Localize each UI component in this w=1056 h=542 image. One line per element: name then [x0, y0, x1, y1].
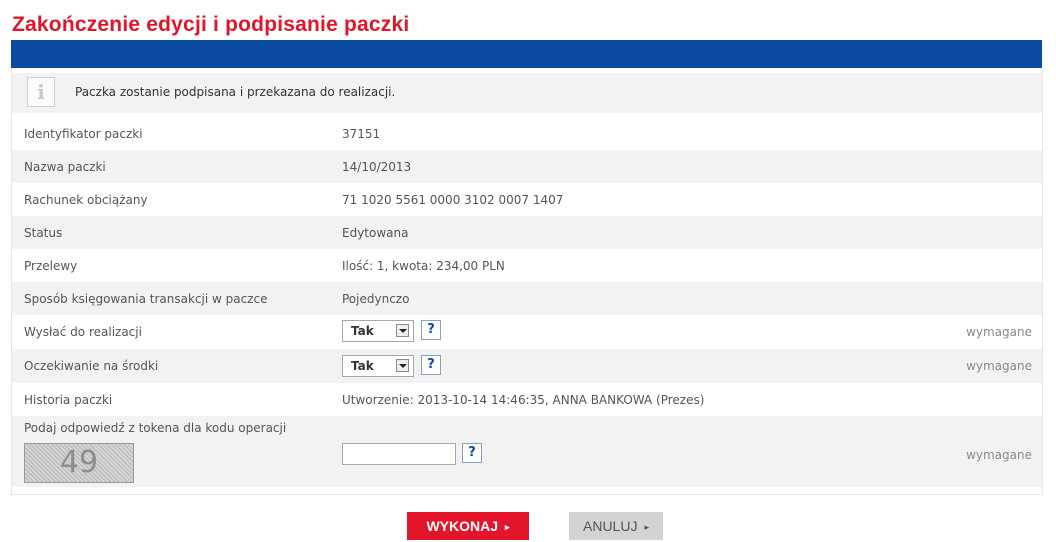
- token-row: Podaj odpowiedź z tokena dla kodu operac…: [12, 416, 1042, 487]
- detail-value: 71 1020 5561 0000 3102 0007 1407: [342, 193, 564, 207]
- info-icon: i: [27, 77, 55, 107]
- detail-row-status: Status Edytowana: [12, 216, 1042, 249]
- send-for-execution-label: Wysłać do realizacji: [24, 325, 142, 339]
- operation-code: 49: [59, 445, 99, 480]
- page-title: Zakończenie edycji i podpisanie paczki: [12, 13, 410, 36]
- detail-row-name: Nazwa paczki 14/10/2013: [12, 150, 1042, 183]
- required-label: wymagane: [966, 448, 1032, 462]
- required-label: wymagane: [966, 359, 1032, 373]
- help-button[interactable]: ?: [462, 443, 482, 463]
- wait-for-funds-select[interactable]: Tak: [342, 355, 414, 377]
- required-label: wymagane: [966, 325, 1032, 339]
- operation-code-image: 49: [24, 443, 134, 483]
- help-button[interactable]: ?: [421, 355, 441, 375]
- token-response-input[interactable]: [342, 443, 456, 465]
- detail-label: Sposób księgowania transakcji w paczce: [24, 292, 268, 306]
- arrow-right-icon: ▸: [505, 522, 510, 532]
- detail-value: Ilość: 1, kwota: 234,00 PLN: [342, 259, 505, 273]
- detail-label: Identyfikator paczki: [24, 127, 143, 141]
- detail-row-account: Rachunek obciążany 71 1020 5561 0000 310…: [12, 183, 1042, 216]
- detail-value: Pojedynczo: [342, 292, 410, 306]
- detail-row-id: Identyfikator paczki 37151: [12, 117, 1042, 150]
- chevron-down-icon: [396, 359, 409, 372]
- history-label: Historia paczki: [24, 393, 113, 407]
- detail-label: Status: [24, 226, 63, 240]
- history-value: Utworzenie: 2013-10-14 14:46:35, ANNA BA…: [342, 393, 705, 407]
- detail-row-booking: Sposób księgowania transakcji w paczce P…: [12, 282, 1042, 315]
- detail-label: Nazwa paczki: [24, 160, 106, 174]
- cancel-button[interactable]: ANULUJ ▸: [569, 512, 663, 540]
- detail-label: Przelewy: [24, 259, 78, 273]
- info-notice: i Paczka zostanie podpisana i przekazana…: [12, 73, 1042, 113]
- send-for-execution-select[interactable]: Tak: [342, 320, 414, 342]
- token-label: Podaj odpowiedź z tokena dla kodu operac…: [24, 421, 287, 435]
- chevron-down-icon: [396, 324, 409, 337]
- detail-label: Rachunek obciążany: [24, 193, 148, 207]
- form-panel: i Paczka zostanie podpisana i przekazana…: [11, 68, 1043, 495]
- detail-value: 14/10/2013: [342, 160, 412, 174]
- send-for-execution-row: Wysłać do realizacji Tak ? wymagane: [12, 315, 1042, 349]
- detail-value: 37151: [342, 127, 381, 141]
- detail-row-transfers: Przelewy Ilość: 1, kwota: 234,00 PLN: [12, 249, 1042, 282]
- arrow-right-icon: ▸: [644, 522, 649, 532]
- wait-for-funds-row: Oczekiwanie na środki Tak ? wymagane: [12, 349, 1042, 383]
- wait-for-funds-label: Oczekiwanie na środki: [24, 359, 159, 373]
- execute-button[interactable]: WYKONAJ ▸: [407, 512, 529, 540]
- history-row: Historia paczki Utworzenie: 2013-10-14 1…: [12, 383, 1042, 416]
- info-text: Paczka zostanie podpisana i przekazana d…: [75, 85, 396, 99]
- help-button[interactable]: ?: [421, 320, 441, 340]
- detail-value: Edytowana: [342, 226, 409, 240]
- header-bar: [11, 40, 1042, 68]
